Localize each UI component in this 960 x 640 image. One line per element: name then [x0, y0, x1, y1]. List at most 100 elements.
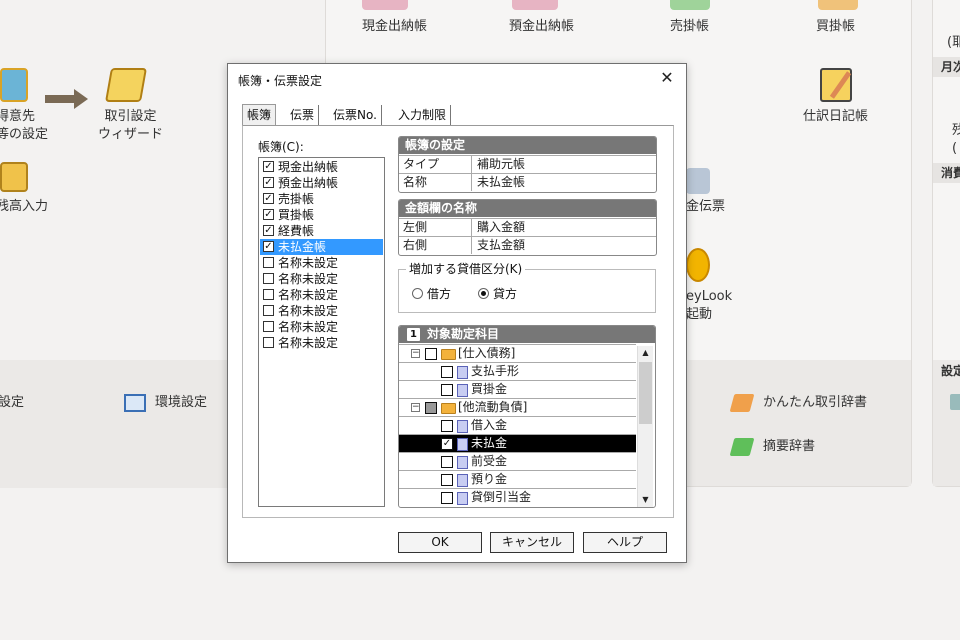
customer-settings-item[interactable]: 得意先 等の設定	[0, 108, 48, 144]
customer-settings-label-1: 得意先	[0, 109, 36, 124]
account-checkbox[interactable]	[425, 402, 437, 414]
help-button[interactable]: ヘルプ	[583, 532, 667, 553]
account-row[interactable]: 前受金	[399, 452, 636, 470]
book-list-item[interactable]: 名称未設定	[260, 255, 383, 271]
scroll-down-icon[interactable]: ▼	[638, 493, 653, 507]
account-row[interactable]: 借入金	[399, 416, 636, 434]
env-settings-item[interactable]: 環境設定	[155, 394, 207, 412]
account-row[interactable]: 支払手形	[399, 362, 636, 380]
book-list-item-label: 預金出納帳	[278, 176, 339, 190]
debit-radio-label[interactable]: 借方	[427, 285, 451, 302]
divider	[471, 174, 472, 191]
book-list-item[interactable]: ✓ 未払金帳	[260, 239, 383, 255]
right-amount-row[interactable]: 右側 支払金額	[399, 236, 656, 254]
tab-slip-number[interactable]: 伝票No.	[329, 105, 382, 125]
debit-radio[interactable]	[412, 288, 423, 299]
book-list-item[interactable]: 名称未設定	[260, 287, 383, 303]
settings-item[interactable]: 設定	[0, 394, 24, 412]
book-list-item[interactable]: 名称未設定	[260, 319, 383, 335]
book-list-item[interactable]: 名称未設定	[260, 303, 383, 319]
checkbox[interactable]: ✓	[263, 209, 274, 220]
cash-book-item[interactable]: 現金出納帳	[362, 18, 427, 36]
right-panel-icon	[950, 394, 960, 410]
book-name-row[interactable]: 名称 未払金帳	[399, 173, 656, 191]
account-checkbox[interactable]	[441, 420, 453, 432]
collapse-icon[interactable]: −	[411, 349, 420, 358]
env-settings-icon	[124, 394, 146, 412]
checkbox[interactable]	[263, 273, 274, 284]
account-group-row[interactable]: − [他流動負債]	[399, 398, 636, 416]
checkbox[interactable]	[263, 305, 274, 316]
moneylook-item[interactable]: eyLook 起動	[686, 288, 732, 324]
account-checkbox[interactable]	[441, 366, 453, 378]
account-label: 買掛金	[471, 382, 508, 396]
account-row[interactable]: ✓ 未払金	[399, 434, 636, 452]
book-list-item-label: 未払金帳	[278, 240, 327, 254]
book-list-item-label: 現金出納帳	[278, 160, 339, 174]
left-amount-value[interactable]: 購入金額	[477, 219, 525, 236]
account-label: 前受金	[471, 454, 508, 468]
right-amount-value[interactable]: 支払金額	[477, 237, 525, 254]
journal-book-item[interactable]: 仕訳日記帳	[803, 108, 868, 126]
book-list-item[interactable]: ✓ 売掛帳	[260, 191, 383, 207]
receivable-book-item[interactable]: 売掛帳	[670, 18, 709, 36]
account-checkbox[interactable]	[441, 474, 453, 486]
checkbox[interactable]	[263, 337, 274, 348]
collapse-icon[interactable]: −	[411, 403, 420, 412]
ok-button[interactable]: OK	[398, 532, 482, 553]
books-label: 帳簿(C):	[258, 140, 304, 154]
opening-balance-item[interactable]: 残高入力	[0, 198, 48, 216]
account-row[interactable]: 預り金	[399, 470, 636, 488]
transaction-wizard-label-2: ウィザード	[98, 127, 164, 142]
checkbox[interactable]	[263, 321, 274, 332]
account-checkbox[interactable]: ✓	[441, 438, 453, 450]
credit-radio-label[interactable]: 貸方	[493, 285, 517, 302]
account-row[interactable]: 貸倒引当金	[399, 488, 636, 506]
summary-dict-item[interactable]: 摘要辞書	[763, 438, 815, 456]
target-accounts-tree[interactable]: 1 対象勘定科目 ▲ ▼ − [仕入債務] 支払手形 買掛金 − [他流動負債] 借入金 ✓ 未…	[398, 325, 656, 508]
slip-item[interactable]: 金伝票	[686, 198, 725, 216]
credit-radio[interactable]	[478, 288, 489, 299]
tree-scrollbar[interactable]: ▲ ▼	[637, 346, 653, 507]
account-checkbox[interactable]	[425, 348, 437, 360]
scroll-up-icon[interactable]: ▲	[638, 346, 653, 360]
book-name-value[interactable]: 未払金帳	[477, 174, 525, 191]
transaction-wizard-item[interactable]: 取引設定 ウィザード	[98, 108, 163, 144]
checkbox[interactable]	[263, 289, 274, 300]
bank-book-item[interactable]: 預金出納帳	[509, 18, 574, 36]
checkbox[interactable]: ✓	[263, 241, 274, 252]
document-icon	[457, 438, 468, 451]
right-panel-text-1: (耶	[947, 35, 960, 50]
left-amount-row[interactable]: 左側 購入金額	[399, 218, 656, 236]
checkbox[interactable]: ✓	[263, 225, 274, 236]
account-row[interactable]: 買掛金	[399, 380, 636, 398]
account-group-row[interactable]: − [仕入債務]	[399, 344, 636, 362]
book-list-item-label: 買掛帳	[278, 208, 315, 222]
books-list[interactable]: ✓ 現金出納帳 ✓ 預金出納帳 ✓ 売掛帳 ✓ 買掛帳 ✓ 経費帳 ✓ 未払金帳 名称未設定 名称未設定名…	[258, 157, 385, 507]
checkbox[interactable]: ✓	[263, 177, 274, 188]
payable-book-item[interactable]: 買掛帳	[816, 18, 855, 36]
cancel-button[interactable]: キャンセル	[490, 532, 574, 553]
easy-transaction-dict-item[interactable]: かんたん取引辞書	[763, 394, 867, 412]
book-list-item[interactable]: 名称未設定	[260, 271, 383, 287]
tab-slips[interactable]: 伝票	[286, 105, 320, 125]
account-checkbox[interactable]	[441, 384, 453, 396]
book-list-item[interactable]: ✓ 現金出納帳	[260, 159, 383, 175]
account-checkbox[interactable]	[441, 456, 453, 468]
document-icon	[457, 366, 468, 379]
scroll-thumb[interactable]	[639, 362, 652, 424]
wizard-icon	[105, 68, 147, 102]
book-list-item[interactable]: ✓ 預金出納帳	[260, 175, 383, 191]
close-icon[interactable]: ✕	[654, 67, 680, 89]
tab-books[interactable]: 帳簿	[242, 104, 277, 126]
book-list-item[interactable]: 名称未設定	[260, 335, 383, 351]
checkbox[interactable]: ✓	[263, 161, 274, 172]
book-list-item[interactable]: ✓ 経費帳	[260, 223, 383, 239]
folder-icon	[441, 403, 456, 414]
checkbox[interactable]	[263, 257, 274, 268]
book-icon	[362, 0, 408, 10]
account-checkbox[interactable]	[441, 492, 453, 504]
tab-input-restriction[interactable]: 入力制限	[394, 105, 452, 125]
checkbox[interactable]: ✓	[263, 193, 274, 204]
book-list-item[interactable]: ✓ 買掛帳	[260, 207, 383, 223]
